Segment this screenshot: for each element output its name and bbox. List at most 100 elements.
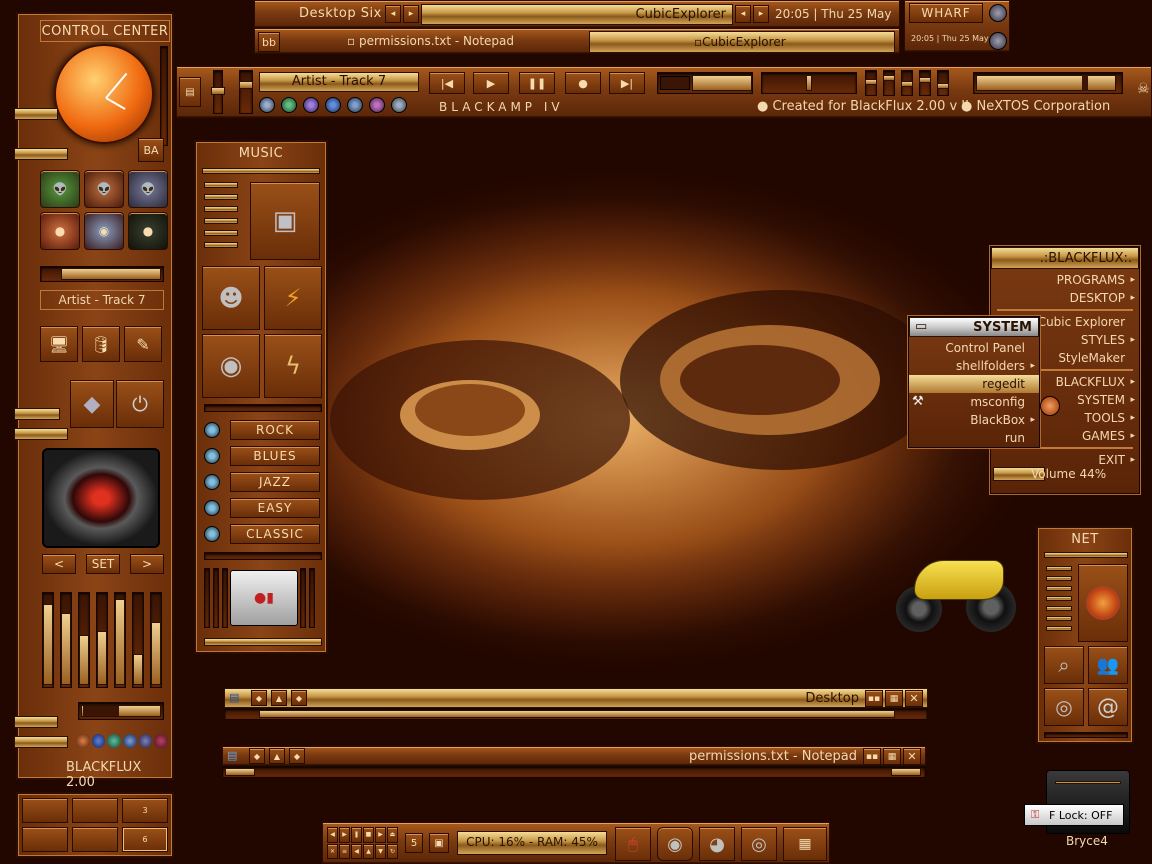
eq-band-slider[interactable] <box>150 592 162 688</box>
genre-radio-icon[interactable] <box>204 526 220 542</box>
edge-tab[interactable] <box>14 108 58 120</box>
task-notepad[interactable]: ▫ permissions.txt - Notepad <box>347 34 514 48</box>
genre-button[interactable]: CLASSIC <box>230 524 320 544</box>
window-desktop-shade-button[interactable]: ◆ <box>251 690 267 706</box>
cc-volume[interactable] <box>78 702 164 720</box>
menu-item[interactable]: msconfig <box>909 393 1039 411</box>
email-icon[interactable]: @ <box>1088 688 1128 726</box>
skull-icon[interactable]: ☠ <box>1137 81 1150 97</box>
ba-button[interactable]: BA <box>138 138 164 162</box>
planet-ring-icon[interactable]: ◉ <box>84 212 124 250</box>
window-desktop-pin-button[interactable]: ◆ <box>291 690 307 706</box>
menu-item[interactable]: Control Panel <box>909 339 1039 357</box>
play-button[interactable]: ▶ <box>473 72 509 94</box>
mini-stop-button[interactable]: ■ <box>363 827 374 843</box>
genre-radio-icon[interactable] <box>204 448 220 464</box>
workspace-label[interactable]: Desktop Six <box>299 6 382 21</box>
blackamp-menu-icon[interactable]: ▤ <box>179 77 201 107</box>
disc-icon[interactable]: ◉ <box>657 827 693 861</box>
cc-next-button[interactable]: > <box>130 554 164 574</box>
planet-mars-icon[interactable]: ● <box>40 212 80 250</box>
genre-button[interactable]: BLUES <box>230 446 320 466</box>
stop-button[interactable]: ● <box>565 72 601 94</box>
preset-1-icon[interactable] <box>259 97 275 113</box>
orb-icon[interactable] <box>91 734 106 748</box>
window-desktop-minimize-button[interactable]: ▪▪ <box>865 690 883 707</box>
media-player-icon[interactable]: ☻ <box>202 266 260 330</box>
volume-bar[interactable] <box>761 72 857 94</box>
eq-band-slider[interactable] <box>42 592 54 688</box>
pager-desk-4[interactable] <box>22 827 68 852</box>
eq-slider[interactable] <box>883 70 895 96</box>
orb-icon[interactable] <box>138 734 153 748</box>
preset-6-icon[interactable] <box>369 97 385 113</box>
active-window-title[interactable]: CubicExplorer <box>421 4 733 25</box>
wharf-label[interactable]: WHARF <box>909 3 983 23</box>
task-cubicexplorer[interactable]: ▫CubicExplorer <box>589 31 895 53</box>
document-pen-icon[interactable]: ✎ <box>124 326 162 362</box>
workspace-next-button[interactable]: ▸ <box>403 5 419 23</box>
users-icon[interactable]: 👥 <box>1088 646 1128 684</box>
preset-5-icon[interactable] <box>347 97 363 113</box>
window-notepad-titlebar[interactable]: ▤ ◆ ▲ ◆ permissions.txt - Notepad ▪▪ ▦ ✕ <box>222 746 926 766</box>
window-desktop-titlebar[interactable]: ▤ ◆ ▲ ◆ Desktop ▪▪ ▦ ✕ <box>224 688 928 708</box>
cc-progress[interactable] <box>40 266 164 282</box>
window-desktop-up-button[interactable]: ▲ <box>271 690 287 706</box>
flag-icon[interactable]: ▣ <box>429 833 449 853</box>
cc-set-button[interactable]: SET <box>86 554 120 574</box>
orb-icon[interactable] <box>76 734 90 748</box>
eq-band-slider[interactable] <box>96 592 108 688</box>
clock-scroll[interactable] <box>160 46 168 146</box>
eq-slider[interactable] <box>937 70 949 96</box>
mini-repeat-button[interactable]: ↻ <box>387 843 398 859</box>
window-notepad-minimize-button[interactable]: ▪▪ <box>863 748 881 765</box>
menu-item[interactable]: run <box>909 429 1039 447</box>
edge-tab[interactable] <box>14 148 68 160</box>
window-notepad-shade-button[interactable]: ◆ <box>249 748 265 764</box>
planet-dark-icon[interactable]: ● <box>128 212 168 250</box>
mixer-icon[interactable]: ●▮ <box>230 570 298 626</box>
pager-desk-5[interactable] <box>72 827 118 852</box>
mini-pause-button[interactable]: ❚ <box>351 827 362 843</box>
mini-rew-button[interactable]: ◀ <box>351 843 362 859</box>
mini-prev-button[interactable]: ◀ <box>327 827 338 843</box>
eq-slider[interactable] <box>901 70 913 96</box>
eq-slider[interactable] <box>865 70 877 96</box>
mini-down-button[interactable]: ▼ <box>375 843 386 859</box>
alien-green-icon[interactable]: 👽 <box>40 170 80 208</box>
menu-item[interactable]: DESKTOP ▸ <box>991 289 1139 307</box>
menu-item[interactable]: shellfolders ▸ <box>909 357 1039 375</box>
cube-icon[interactable]: ◆ <box>70 380 114 428</box>
winamp-icon[interactable]: ⚡ <box>264 266 322 330</box>
speaker-round-icon[interactable]: ◉ <box>202 334 260 398</box>
computer-icon[interactable]: 🖥 <box>40 326 78 362</box>
firefox-icon[interactable] <box>1078 564 1128 642</box>
radio-icon[interactable]: ▣ <box>250 182 320 260</box>
mini-shuffle-button[interactable]: ✕ <box>327 843 338 859</box>
orb-icon[interactable] <box>107 734 122 748</box>
workspace-prev-button[interactable]: ◂ <box>385 5 401 23</box>
window-desktop-maximize-button[interactable]: ▦ <box>885 690 903 707</box>
lightning-disc-icon[interactable]: ϟ <box>264 334 322 398</box>
wharf-orb2-icon[interactable] <box>989 32 1007 50</box>
pager-desk-3[interactable]: 3 <box>122 798 168 823</box>
balance-bar[interactable] <box>973 72 1123 94</box>
wharf-orb-icon[interactable] <box>989 4 1007 22</box>
search-icon[interactable]: ⌕ <box>1044 646 1084 684</box>
eq-band-slider[interactable] <box>78 592 90 688</box>
orb-icon[interactable] <box>123 734 137 748</box>
alien-orange-icon[interactable]: 👽 <box>84 170 124 208</box>
next-track-button[interactable]: ▶| <box>609 72 645 94</box>
pager-desk-1[interactable] <box>22 798 68 823</box>
folders-icon[interactable]: ▦ <box>783 827 827 861</box>
oilcan-icon[interactable]: 🛢 <box>82 326 120 362</box>
power-plug-icon[interactable]: ⏻ <box>116 380 164 428</box>
pause-button[interactable]: ❚❚ <box>519 72 555 94</box>
edge-tab[interactable] <box>14 408 60 420</box>
volume-label[interactable]: Volume 44% <box>1031 467 1106 481</box>
genre-button[interactable]: JAZZ <box>230 472 320 492</box>
preset-3-icon[interactable] <box>303 97 319 113</box>
genre-radio-icon[interactable] <box>204 422 220 438</box>
speaker-small-icon[interactable]: ◎ <box>741 827 777 861</box>
window-desktop-close-button[interactable]: ✕ <box>905 690 923 707</box>
